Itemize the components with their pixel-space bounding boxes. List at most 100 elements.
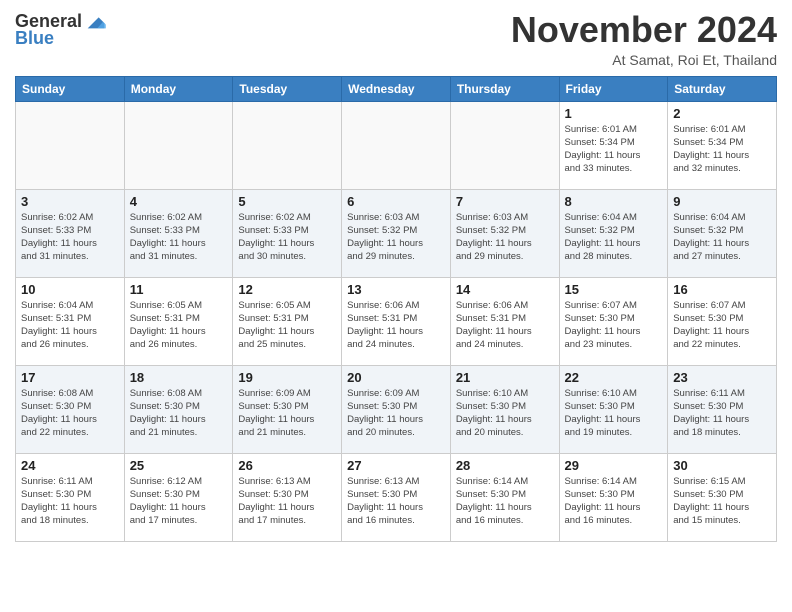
calendar-day: 23Sunrise: 6:11 AMSunset: 5:30 PMDayligh…	[668, 365, 777, 453]
day-info: Sunrise: 6:14 AMSunset: 5:30 PMDaylight:…	[565, 475, 663, 528]
day-info: Sunrise: 6:09 AMSunset: 5:30 PMDaylight:…	[347, 387, 445, 440]
calendar-day: 9 Sunrise: 6:04 AMSunset: 5:32 PMDaylight…	[668, 189, 777, 277]
calendar-day: 14 Sunrise: 6:06 AMSunset: 5:31 PMDayligh…	[450, 277, 559, 365]
calendar-day: 11 Sunrise: 6:05 AMSunset: 5:31 PMDayligh…	[124, 277, 233, 365]
col-sunday: Sunday	[16, 76, 125, 101]
day-number: 30	[673, 458, 771, 473]
day-number: 14	[456, 282, 554, 297]
day-number: 2	[673, 106, 771, 121]
day-number: 10	[21, 282, 119, 297]
day-number: 7	[456, 194, 554, 209]
calendar-day: 7 Sunrise: 6:03 AMSunset: 5:32 PMDaylight…	[450, 189, 559, 277]
day-info: Sunrise: 6:07 AMSunset: 5:30 PMDaylight:…	[565, 299, 663, 352]
day-info: Sunrise: 6:05 AMSunset: 5:31 PMDaylight:…	[238, 299, 336, 352]
calendar-day: 21 Sunrise: 6:10 AMSunset: 5:30 PMDayligh…	[450, 365, 559, 453]
day-number: 26	[238, 458, 336, 473]
calendar-week-3: 10 Sunrise: 6:04 AMSunset: 5:31 PMDayligh…	[16, 277, 777, 365]
calendar-day: 28Sunrise: 6:14 AMSunset: 5:30 PMDayligh…	[450, 453, 559, 541]
calendar-day	[450, 101, 559, 189]
day-info: Sunrise: 6:14 AMSunset: 5:30 PMDaylight:…	[456, 475, 554, 528]
calendar-day: 30Sunrise: 6:15 AMSunset: 5:30 PMDayligh…	[668, 453, 777, 541]
day-info: Sunrise: 6:08 AMSunset: 5:30 PMDaylight:…	[130, 387, 228, 440]
calendar-day: 25 Sunrise: 6:12 AMSunset: 5:30 PMDayligh…	[124, 453, 233, 541]
subtitle: At Samat, Roi Et, Thailand	[511, 52, 777, 68]
day-number: 18	[130, 370, 228, 385]
day-info: Sunrise: 6:04 AMSunset: 5:32 PMDaylight:…	[673, 211, 771, 264]
day-info: Sunrise: 6:13 AMSunset: 5:30 PMDaylight:…	[347, 475, 445, 528]
calendar-body: 1 Sunrise: 6:01 AMSunset: 5:34 PMDaylight…	[16, 101, 777, 541]
day-info: Sunrise: 6:02 AMSunset: 5:33 PMDaylight:…	[130, 211, 228, 264]
day-number: 16	[673, 282, 771, 297]
day-info: Sunrise: 6:13 AMSunset: 5:30 PMDaylight:…	[238, 475, 336, 528]
day-info: Sunrise: 6:01 AMSunset: 5:34 PMDaylight:…	[565, 123, 663, 176]
col-saturday: Saturday	[668, 76, 777, 101]
calendar-day: 26 Sunrise: 6:13 AMSunset: 5:30 PMDayligh…	[233, 453, 342, 541]
day-number: 20	[347, 370, 445, 385]
day-number: 24	[21, 458, 119, 473]
calendar-day: 15 Sunrise: 6:07 AMSunset: 5:30 PMDayligh…	[559, 277, 668, 365]
day-number: 11	[130, 282, 228, 297]
logo-blue-text: Blue	[15, 28, 54, 49]
col-friday: Friday	[559, 76, 668, 101]
day-number: 4	[130, 194, 228, 209]
calendar-week-1: 1 Sunrise: 6:01 AMSunset: 5:34 PMDaylight…	[16, 101, 777, 189]
day-number: 8	[565, 194, 663, 209]
day-number: 17	[21, 370, 119, 385]
calendar-day: 13 Sunrise: 6:06 AMSunset: 5:31 PMDayligh…	[342, 277, 451, 365]
col-wednesday: Wednesday	[342, 76, 451, 101]
calendar-day: 16 Sunrise: 6:07 AMSunset: 5:30 PMDayligh…	[668, 277, 777, 365]
day-info: Sunrise: 6:11 AMSunset: 5:30 PMDaylight:…	[673, 387, 771, 440]
calendar-day: 19 Sunrise: 6:09 AMSunset: 5:30 PMDayligh…	[233, 365, 342, 453]
day-number: 27	[347, 458, 445, 473]
day-number: 21	[456, 370, 554, 385]
calendar-day: 2Sunrise: 6:01 AMSunset: 5:34 PMDaylight…	[668, 101, 777, 189]
calendar-week-5: 24Sunrise: 6:11 AMSunset: 5:30 PMDayligh…	[16, 453, 777, 541]
day-number: 19	[238, 370, 336, 385]
calendar: Sunday Monday Tuesday Wednesday Thursday…	[15, 76, 777, 542]
day-number: 25	[130, 458, 228, 473]
calendar-day: 22 Sunrise: 6:10 AMSunset: 5:30 PMDayligh…	[559, 365, 668, 453]
day-info: Sunrise: 6:05 AMSunset: 5:31 PMDaylight:…	[130, 299, 228, 352]
day-info: Sunrise: 6:08 AMSunset: 5:30 PMDaylight:…	[21, 387, 119, 440]
calendar-header-row: Sunday Monday Tuesday Wednesday Thursday…	[16, 76, 777, 101]
calendar-day	[342, 101, 451, 189]
day-number: 5	[238, 194, 336, 209]
day-number: 9	[673, 194, 771, 209]
month-title: November 2024	[511, 10, 777, 50]
logo: General Blue	[15, 10, 106, 49]
day-info: Sunrise: 6:06 AMSunset: 5:31 PMDaylight:…	[347, 299, 445, 352]
day-number: 29	[565, 458, 663, 473]
day-info: Sunrise: 6:03 AMSunset: 5:32 PMDaylight:…	[347, 211, 445, 264]
calendar-day: 18 Sunrise: 6:08 AMSunset: 5:30 PMDayligh…	[124, 365, 233, 453]
day-info: Sunrise: 6:02 AMSunset: 5:33 PMDaylight:…	[238, 211, 336, 264]
day-number: 13	[347, 282, 445, 297]
day-info: Sunrise: 6:06 AMSunset: 5:31 PMDaylight:…	[456, 299, 554, 352]
col-thursday: Thursday	[450, 76, 559, 101]
calendar-day	[16, 101, 125, 189]
title-block: November 2024 At Samat, Roi Et, Thailand	[511, 10, 777, 68]
day-number: 12	[238, 282, 336, 297]
day-number: 15	[565, 282, 663, 297]
day-info: Sunrise: 6:10 AMSunset: 5:30 PMDaylight:…	[456, 387, 554, 440]
day-number: 3	[21, 194, 119, 209]
calendar-day: 1 Sunrise: 6:01 AMSunset: 5:34 PMDaylight…	[559, 101, 668, 189]
day-number: 6	[347, 194, 445, 209]
day-number: 22	[565, 370, 663, 385]
calendar-day: 4 Sunrise: 6:02 AMSunset: 5:33 PMDaylight…	[124, 189, 233, 277]
day-info: Sunrise: 6:12 AMSunset: 5:30 PMDaylight:…	[130, 475, 228, 528]
header: General Blue November 2024 At Samat, Roi…	[15, 10, 777, 68]
calendar-week-4: 17 Sunrise: 6:08 AMSunset: 5:30 PMDayligh…	[16, 365, 777, 453]
col-monday: Monday	[124, 76, 233, 101]
calendar-week-2: 3 Sunrise: 6:02 AMSunset: 5:33 PMDaylight…	[16, 189, 777, 277]
day-number: 1	[565, 106, 663, 121]
calendar-day: 20 Sunrise: 6:09 AMSunset: 5:30 PMDayligh…	[342, 365, 451, 453]
day-info: Sunrise: 6:07 AMSunset: 5:30 PMDaylight:…	[673, 299, 771, 352]
calendar-day: 12 Sunrise: 6:05 AMSunset: 5:31 PMDayligh…	[233, 277, 342, 365]
day-info: Sunrise: 6:03 AMSunset: 5:32 PMDaylight:…	[456, 211, 554, 264]
day-info: Sunrise: 6:04 AMSunset: 5:31 PMDaylight:…	[21, 299, 119, 352]
calendar-day: 29 Sunrise: 6:14 AMSunset: 5:30 PMDayligh…	[559, 453, 668, 541]
calendar-day: 27 Sunrise: 6:13 AMSunset: 5:30 PMDayligh…	[342, 453, 451, 541]
day-info: Sunrise: 6:09 AMSunset: 5:30 PMDaylight:…	[238, 387, 336, 440]
day-info: Sunrise: 6:10 AMSunset: 5:30 PMDaylight:…	[565, 387, 663, 440]
calendar-day: 3Sunrise: 6:02 AMSunset: 5:33 PMDaylight…	[16, 189, 125, 277]
